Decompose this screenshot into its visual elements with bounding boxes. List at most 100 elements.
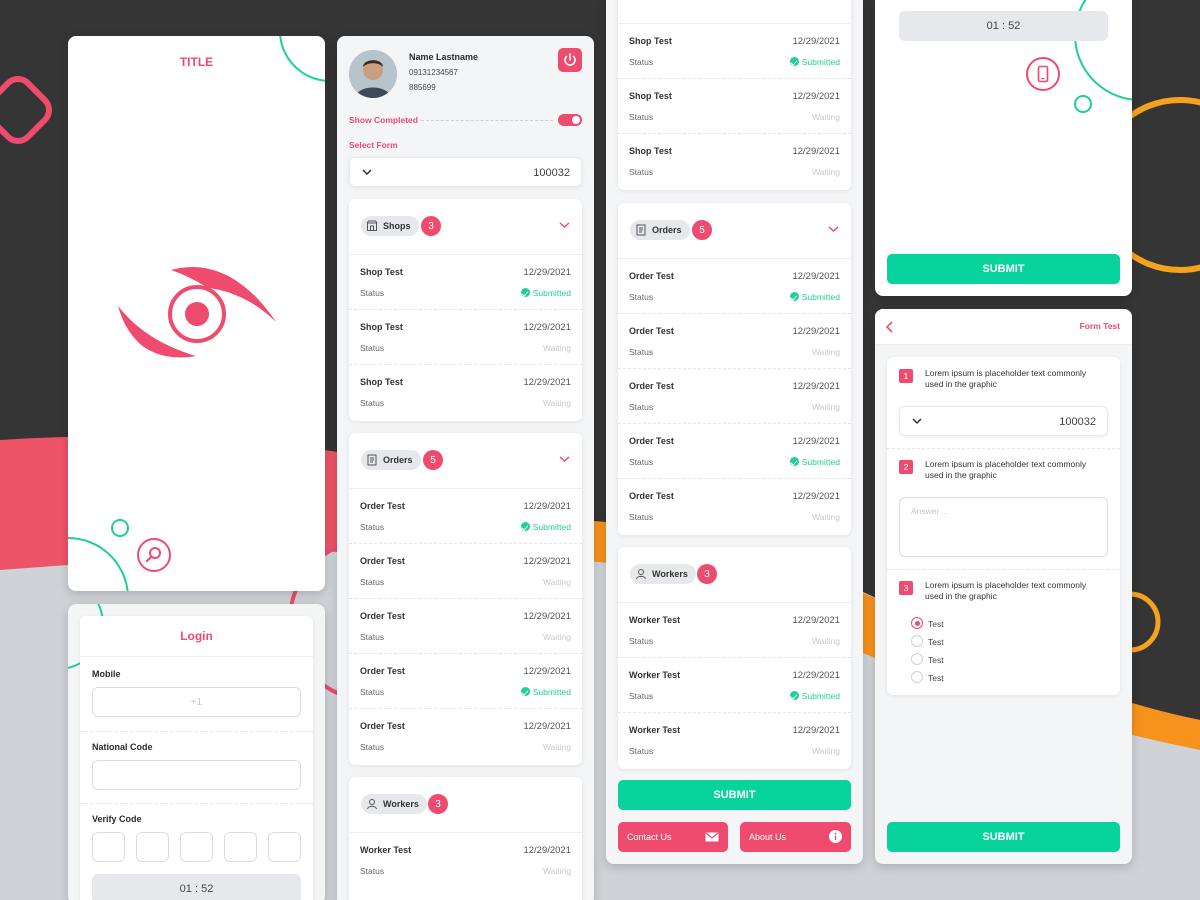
workers-list-2: Worker Test 12/29/2021 Status Waiting Worke… [618,603,851,768]
list-item[interactable]: Shop Test 12/29/2021 Status Waiting [618,134,851,189]
national-code-field[interactable] [92,760,301,790]
item-title: Worker Test [629,670,681,680]
status-label: Status [629,636,654,646]
list-item[interactable]: Order Test 12/29/2021 Status Waiting [349,599,582,654]
shops-count-badge: 3 [421,216,441,236]
form-submit-button[interactable]: SUBMIT [887,822,1120,852]
item-date: 12/29/2021 [792,36,840,47]
list-item[interactable]: Shop Test 12/29/2021 Status Waiting [618,79,851,134]
list-item[interactable]: Worker Test 12/29/2021 Status Waiting [618,713,851,768]
list-item[interactable]: Order Test 12/29/2021 Status Waiting [349,544,582,599]
answer-placeholder: Answer ... [911,506,949,516]
status-badge: Waiting [811,636,840,646]
show-completed-toggle[interactable] [558,114,582,126]
list-item[interactable]: Order Test 12/29/2021 Status Waiting [618,479,851,534]
shops-header[interactable]: Shops 3 [349,199,582,255]
back-arrow-icon[interactable] [885,321,895,333]
question-1-select[interactable]: 100032 [899,406,1108,436]
list-item[interactable]: Shop Test 12/29/2021 Status Waiting [349,310,582,365]
answer-textarea[interactable]: Answer ... [899,497,1108,557]
eye-logo [118,266,276,358]
verify-digit-4[interactable] [224,832,257,862]
list-item[interactable]: Order Test 12/29/2021 Status Waiting [618,369,851,424]
check-icon [520,288,530,297]
status-label: Status [629,746,654,756]
power-button[interactable] [558,48,582,72]
item-date: 12/29/2021 [792,146,840,157]
status-badge: Submitted [789,691,840,701]
verify-digit-3[interactable] [180,832,213,862]
list-item[interactable]: Order Test 12/29/2021 Status Submitted [349,489,582,544]
verify-digit-5[interactable] [268,832,301,862]
list-item[interactable]: Shop Test 12/29/2021 Status Waiting [349,365,582,420]
profile-phone: 09131234567 [409,68,458,77]
status-text: Submitted [801,457,840,467]
item-title: Shop Test [360,377,403,387]
verify-digit-2[interactable] [136,832,169,862]
status-label: Status [360,398,385,408]
mobile-field[interactable]: +1 [92,687,301,717]
verify-submit-button[interactable]: SUBMIT [887,254,1120,284]
item-date: 12/29/2021 [523,322,571,333]
item-date: 12/29/2021 [523,501,571,512]
workers-header-2[interactable]: Workers 3 [618,547,851,603]
item-title: Worker Test [629,615,681,625]
item-title: Order Test [360,666,405,676]
radio-option[interactable] [911,671,923,683]
about-us-button[interactable]: About Us [740,822,851,852]
orders-header[interactable]: Orders 5 [349,433,582,489]
status-label: Status [360,632,385,642]
status-badge: Submitted [520,687,571,697]
workers-section: Workers 3 Worker Test 12/29/2021 Status Wai… [349,777,582,900]
orders-header-2[interactable]: Orders 5 [618,203,851,259]
item-title: Order Test [629,271,674,281]
contact-us-button[interactable]: Contact Us [618,822,728,852]
order-icon [634,223,648,237]
shops-section-continued: Shop Test 12/29/2021 Status Submitted Shop … [618,0,851,190]
status-label: Status [360,288,385,298]
workers-header[interactable]: Workers 3 [349,777,582,833]
verify-timer: 01 : 52 [899,11,1108,41]
form-select-value: 100032 [533,167,570,179]
submit-button[interactable]: SUBMIT [618,780,851,810]
dashboard-screen: Name Lastname 09131234567 885699 Show Co… [337,36,594,900]
status-badge: Waiting [542,632,571,642]
orders-list: Order Test 12/29/2021 Status Submitted Orde… [349,489,582,764]
item-date: 12/29/2021 [792,91,840,102]
list-item[interactable]: Order Test 12/29/2021 Status Submitted [349,654,582,709]
status-text: Submitted [532,522,571,532]
verify-screen: 01 : 52 SUBMIT [875,0,1132,296]
status-label: Status [629,691,654,701]
item-date: 12/29/2021 [792,271,840,282]
status-label: Status [360,687,385,697]
list-item[interactable]: Worker Test 12/29/2021 Status Waiting [349,833,582,888]
verify-digit-1[interactable] [92,832,125,862]
item-date: 12/29/2021 [792,670,840,681]
radio-option[interactable] [911,617,923,629]
list-item[interactable]: Order Test 12/29/2021 Status Waiting [349,709,582,764]
radio-option[interactable] [911,653,923,665]
radio-option[interactable] [911,635,923,647]
list-item[interactable]: Order Test 12/29/2021 Status Submitted [618,424,851,479]
item-date: 12/29/2021 [523,556,571,567]
check-icon [789,457,799,466]
list-item[interactable]: Order Test 12/29/2021 Status Waiting [618,314,851,369]
form-select[interactable]: 100032 [349,157,582,187]
list-item[interactable]: Worker Test 12/29/2021 Status Waiting [618,603,851,658]
search-icon[interactable] [137,538,171,572]
list-item[interactable]: Worker Test 12/29/2021 Status Submitted [618,658,851,713]
radio-label: Test [928,673,944,683]
status-badge: Waiting [542,577,571,587]
list-item[interactable]: Shop Test 12/29/2021 Status Submitted [349,255,582,310]
login-form: Login Mobile +1 National Code Verify Cod… [80,616,313,900]
shops-label: Shops [383,221,411,231]
avatar [349,50,397,98]
status-text: Submitted [801,691,840,701]
list-item[interactable]: Order Test 12/29/2021 Status Submitted [618,259,851,314]
national-code-label: National Code [92,742,153,752]
radio-label: Test [928,637,944,647]
list-item[interactable]: Shop Test 12/29/2021 Status Submitted [618,24,851,79]
item-title: Shop Test [629,36,672,46]
status-badge: Waiting [811,402,840,412]
check-icon [789,57,799,66]
